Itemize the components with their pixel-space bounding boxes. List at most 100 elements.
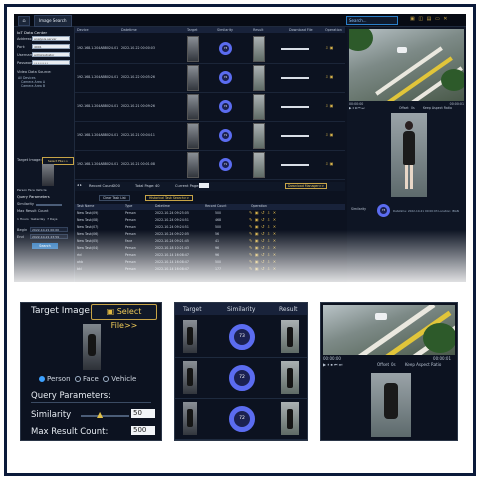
radio-vehicle[interactable]: Vehicle (36, 188, 47, 192)
zoom-radio-face[interactable]: Face (83, 375, 99, 383)
radio-face-icon[interactable] (74, 376, 81, 382)
search-button[interactable]: Search (32, 243, 58, 249)
radio-vehicle-icon[interactable] (103, 376, 110, 382)
time-option[interactable]: 1 Hours (17, 217, 29, 221)
zoom-row-result[interactable] (281, 361, 299, 394)
address-field[interactable]: analysis.server (32, 36, 70, 41)
row-result-thumb[interactable] (253, 123, 265, 149)
row-result-thumb[interactable] (253, 65, 265, 91)
port-field[interactable]: 4001 (32, 44, 70, 49)
task-operation-icons[interactable]: ✎ ▣ ↺ ⇩ ✕ (249, 238, 277, 243)
task-operation-icons[interactable]: ✎ ▣ ↺ ⇩ ✕ (249, 259, 277, 264)
end-field[interactable]: 2022-10-21 23:59 (30, 234, 68, 239)
task-row[interactable]: New Task(08) Person 2022-10-24 09:24:51 468… (75, 217, 345, 224)
device-tree[interactable]: All Devices Camera Area A Camera Area B (18, 76, 70, 136)
row-target-thumb[interactable] (187, 36, 199, 62)
similarity-slider[interactable] (36, 204, 62, 206)
zoom-table-row[interactable]: 72 (175, 398, 307, 440)
download-manager-button[interactable]: Download Manager>> (285, 183, 328, 189)
time-option[interactable]: Yesterday (31, 217, 46, 221)
task-row[interactable]: New Task(06) Person 2022-10-24 09:22:05 56 ✎… (75, 231, 345, 238)
row-download-icon[interactable]: ⇩ ▣ (325, 132, 333, 137)
row-target-thumb[interactable] (187, 123, 199, 149)
zoom-type-radios[interactable]: Person Face Vehicle (39, 375, 136, 383)
username-field[interactable]: administrator (32, 52, 70, 57)
task-operation-icons[interactable]: ✎ ▣ ↺ ⇩ ✕ (249, 210, 277, 215)
table-row[interactable]: 192.168.1.204ABB024-01 2022-10-22 00:05:2… (75, 63, 345, 93)
home-icon[interactable]: ⌂ (18, 16, 30, 26)
task-datetime: 2022-10-18 10:21:43 (155, 246, 189, 250)
radio-person[interactable]: Person (17, 188, 27, 192)
current-page-input[interactable] (199, 183, 209, 188)
tab-image-search[interactable]: Image Search (34, 15, 72, 27)
begin-field[interactable]: 2022-10-21 00:00 (30, 227, 68, 232)
time-options[interactable]: 1 Hours Yesterday 7 Days (17, 217, 73, 221)
top-bar: ⌂ Image Search Search... ▣ ◫ ▤ ▭ ✕ (14, 14, 466, 27)
clear-task-button[interactable]: Clear Task List (99, 195, 130, 201)
zoom-keep-aspect[interactable]: Keep Aspect Ratio (405, 362, 441, 367)
zoom-row-target[interactable] (183, 320, 197, 353)
window-icons[interactable]: ▣ ◫ ▤ ▭ ✕ (410, 16, 448, 22)
offset-label: Offset (399, 106, 409, 110)
slider-thumb-icon[interactable]: ▲ (97, 410, 103, 419)
offset-value[interactable]: 0s (411, 106, 415, 110)
table-row[interactable]: 192.168.1.204ABB024-01 2022-10-21 00:04:1… (75, 121, 345, 151)
row-target-thumb[interactable] (187, 65, 199, 91)
zoom-playback-icons[interactable]: ▶ ⏸ ⏹ ⏮ ⏭ (323, 362, 342, 367)
row-download-icon[interactable]: ⇩ ▣ (325, 74, 333, 79)
zoom-street-video[interactable] (323, 305, 455, 355)
zoom-row-target[interactable] (183, 361, 197, 394)
task-row[interactable]: New Task(05) Face 2022-10-24 09:21:45 41 ✎ ▣… (75, 238, 345, 245)
zoom-similarity-input[interactable]: 50 (131, 409, 155, 418)
zoom-offset-value[interactable]: 0s (391, 362, 396, 367)
zoom-table-row[interactable]: 72 (175, 357, 307, 399)
row-download-icon[interactable]: ⇩ ▣ (325, 161, 333, 166)
zoom-radio-vehicle[interactable]: Vehicle (111, 375, 136, 383)
zoom-similarity-slider[interactable] (81, 415, 129, 417)
radio-person-icon[interactable] (39, 376, 45, 382)
task-row[interactable]: New Task(09) Person 2022-10-24 09:25:05 500… (75, 210, 345, 217)
keep-aspect-checkbox[interactable]: Keep Aspect Ratio (423, 106, 452, 110)
task-operation-icons[interactable]: ✎ ▣ ↺ ⇩ ✕ (249, 231, 277, 236)
row-target-thumb[interactable] (187, 94, 199, 120)
zoom-radio-person[interactable]: Person (47, 375, 71, 383)
table-row[interactable]: 192.168.1.204ABB024-01 2022-10-22 00:00:0… (75, 34, 345, 64)
row-target-thumb[interactable] (187, 152, 199, 178)
task-operation-icons[interactable]: ✎ ▣ ↺ ⇩ ✕ (249, 252, 277, 257)
password-field[interactable]: •••••••• (32, 60, 70, 65)
results-header: Device Datetime Target Similarity Result… (75, 27, 345, 33)
pager-icons[interactable]: ◂ ▸ (77, 183, 82, 187)
task-operation-icons[interactable]: ✎ ▣ ↺ ⇩ ✕ (249, 245, 277, 250)
historical-task-button[interactable]: Historical Task Search>> (145, 195, 194, 201)
row-download-icon[interactable]: ⇩ ▣ (325, 103, 333, 108)
row-result-thumb[interactable] (253, 36, 265, 62)
zoom-row-target[interactable] (183, 402, 197, 435)
task-name: bkl (77, 267, 82, 271)
col-task-datetime: Datetime (155, 204, 170, 208)
top-search-input[interactable]: Search... (346, 16, 398, 25)
street-video[interactable] (349, 29, 464, 101)
task-row[interactable]: rtd Person 2022-10-14 16:08:47 96 ✎ ▣ ↺ ⇩ ✕ (75, 252, 345, 259)
row-download-icon[interactable]: ⇩ ▣ (325, 45, 333, 50)
radio-face[interactable]: Face (28, 188, 35, 192)
task-row[interactable]: New Task(04) Person 2022-10-18 10:21:43 96 ✎… (75, 245, 345, 252)
zoom-row-result[interactable] (281, 402, 299, 435)
row-result-thumb[interactable] (253, 152, 265, 178)
task-operation-icons[interactable]: ✎ ▣ ↺ ⇩ ✕ (249, 266, 277, 271)
task-row[interactable]: ahb Person 2022-10-14 16:08:47 500 ✎ ▣ ↺ ⇩ ✕ (75, 259, 345, 266)
playback-icons[interactable]: ▶ ⏸ ⏹ ⏮ ⏭ (349, 106, 364, 110)
zoom-row-result[interactable] (281, 320, 299, 353)
zoom-select-file-button[interactable]: ▣ Select File>> (91, 304, 157, 330)
zoom-max-result-input[interactable]: 500 (131, 426, 155, 435)
tree-item[interactable]: Camera Area B (18, 84, 70, 88)
row-result-thumb[interactable] (253, 94, 265, 120)
task-row[interactable]: New Task(07) Person 2022-10-24 09:24:51 500… (75, 224, 345, 231)
zoom-table-row[interactable]: 73 (175, 316, 307, 358)
table-row[interactable]: 192.168.1.204ABB024-01 2022-10-21 00:09:2… (75, 92, 345, 122)
task-operation-icons[interactable]: ✎ ▣ ↺ ⇩ ✕ (249, 217, 277, 222)
task-operation-icons[interactable]: ✎ ▣ ↺ ⇩ ✕ (249, 224, 277, 229)
task-row[interactable]: bkl Person 2022-10-14 16:08:47 177 ✎ ▣ ↺ ⇩ ✕ (75, 266, 345, 273)
table-row[interactable]: 192.168.1.204ABB024-01 2022-10-21 00:01:0… (75, 150, 345, 180)
col-datetime: Datetime (121, 28, 137, 32)
time-option[interactable]: 7 Days (47, 217, 57, 221)
